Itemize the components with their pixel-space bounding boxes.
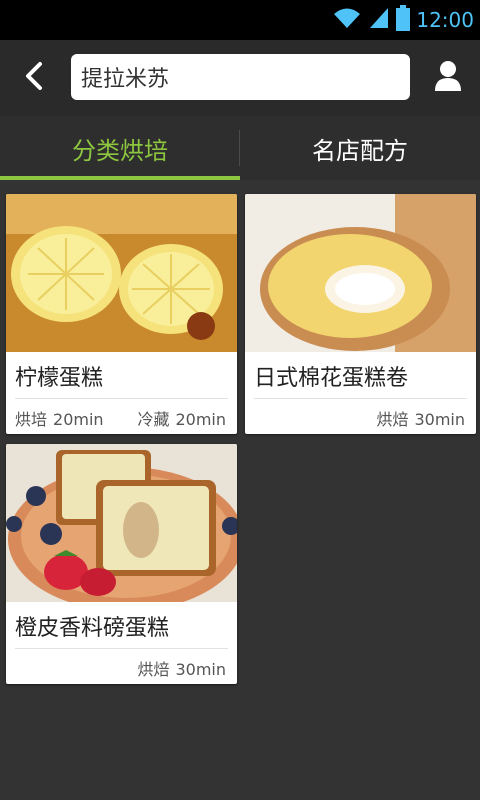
- meta-value: 30min: [414, 410, 465, 429]
- tab-category-baking[interactable]: 分类烘培: [0, 116, 240, 180]
- meta-item: 烘焙 30min: [376, 406, 465, 430]
- meta-value: 20min: [175, 410, 226, 429]
- recipe-card-cotton-cake-roll[interactable]: 日式棉花蛋糕卷 烘焙 30min: [245, 194, 476, 434]
- signal-icon: [368, 6, 390, 34]
- meta-label: 冷藏: [137, 410, 170, 429]
- recipe-meta: 烘焙 30min: [15, 656, 226, 680]
- chevron-left-icon: [23, 61, 45, 95]
- meta-value: 20min: [53, 410, 104, 429]
- header-bar: 提拉米苏: [0, 40, 480, 116]
- tab-famous-store-recipes[interactable]: 名店配方: [240, 116, 480, 180]
- meta-item: 烘焙 30min: [137, 656, 226, 680]
- recipe-meta: 烘焙 30min: [254, 406, 465, 430]
- recipe-title: 柠檬蛋糕: [15, 366, 104, 391]
- recipe-title: 橙皮香料磅蛋糕: [15, 616, 170, 641]
- recipe-card-lemon-cake[interactable]: 柠檬蛋糕 烘培 20min 冷藏 20min: [6, 194, 237, 434]
- user-button[interactable]: [428, 58, 468, 98]
- back-button[interactable]: [16, 58, 52, 98]
- user-icon: [434, 60, 462, 96]
- orange-peel-pound-cake-photo: [6, 444, 237, 602]
- meta-label: 烘焙: [376, 410, 409, 429]
- recipe-meta: 烘培 20min 冷藏 20min: [15, 406, 226, 430]
- recipe-title: 日式棉花蛋糕卷: [254, 366, 409, 391]
- category-tabs: 分类烘培 名店配方: [0, 116, 480, 180]
- search-input[interactable]: 提拉米苏: [71, 54, 410, 100]
- recipe-grid: 柠檬蛋糕 烘培 20min 冷藏 20min 日式棉花蛋糕卷 烘焙 30min …: [0, 180, 480, 800]
- cotton-cake-roll-photo: [245, 194, 476, 352]
- meta-label: 烘焙: [137, 660, 170, 679]
- meta-item: 烘培 20min: [15, 406, 104, 430]
- lemon-cake-photo: [6, 194, 237, 352]
- wifi-icon: [332, 6, 362, 34]
- divider: [254, 398, 467, 399]
- meta-value: 30min: [175, 660, 226, 679]
- recipe-card-orange-peel-pound-cake[interactable]: 橙皮香料磅蛋糕 烘焙 30min: [6, 444, 237, 684]
- meta-label: 烘培: [15, 410, 48, 429]
- status-bar: 12:00: [0, 0, 480, 40]
- meta-item: 冷藏 20min: [137, 406, 226, 430]
- status-time: 12:00: [416, 8, 474, 32]
- divider: [15, 648, 228, 649]
- divider: [15, 398, 228, 399]
- status-icons: 12:00: [332, 5, 474, 35]
- battery-icon: [396, 5, 411, 35]
